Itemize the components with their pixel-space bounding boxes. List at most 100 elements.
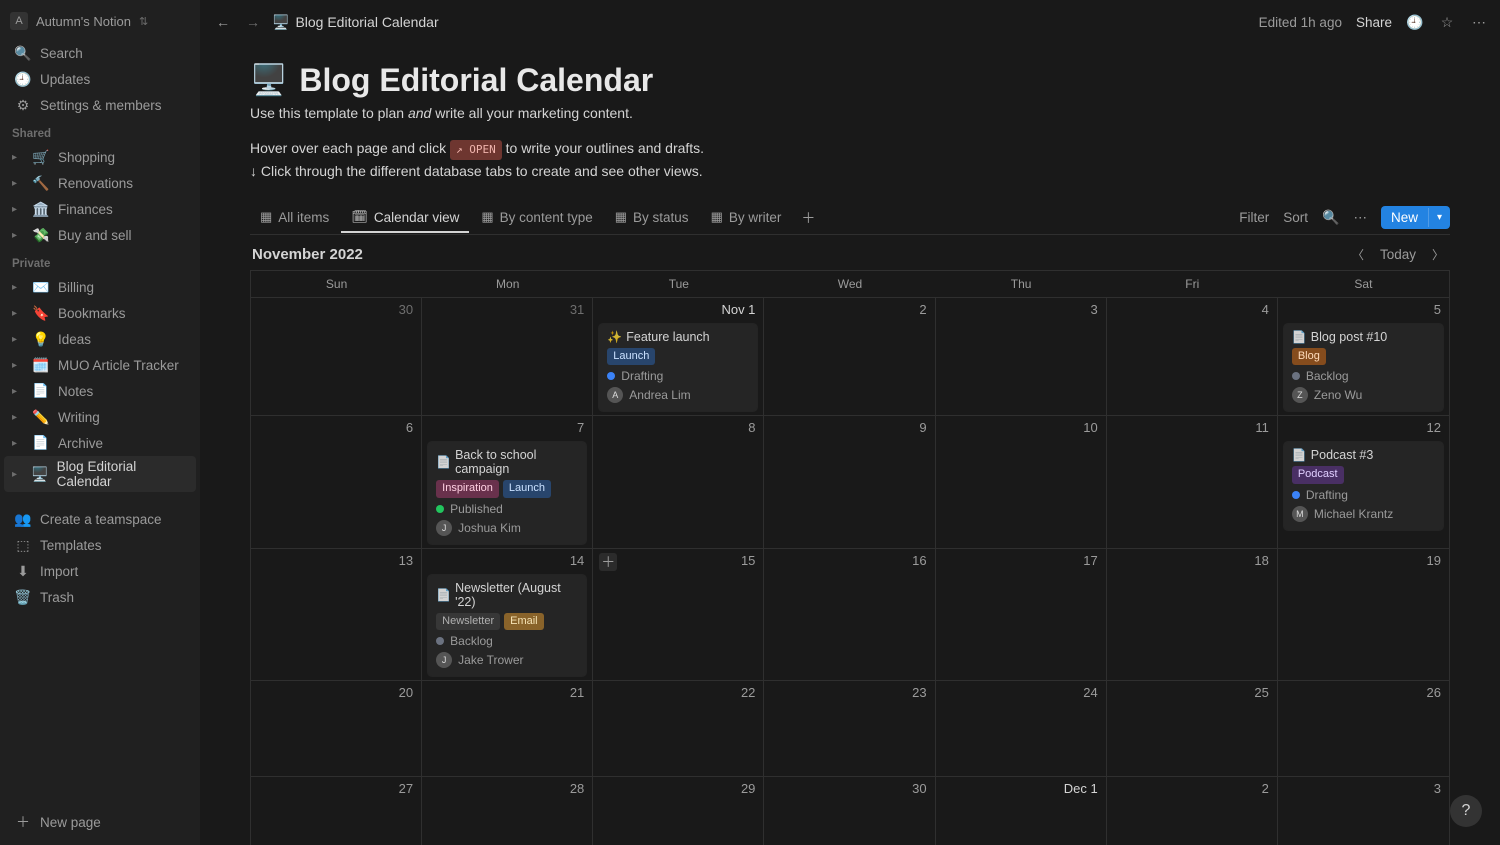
calendar-cell[interactable]: 6 — [251, 415, 422, 547]
sidebar-section-private[interactable]: Private — [0, 248, 200, 274]
star-icon[interactable]: ☆ — [1438, 13, 1456, 31]
search-button[interactable]: 🔍 — [1322, 209, 1339, 226]
calendar-cell[interactable]: 8 — [593, 415, 764, 547]
sidebar-item-buy-sell[interactable]: ▸ 💸 Buy and sell — [4, 222, 196, 248]
tab-by-content-type[interactable]: ▦ By content type — [471, 203, 602, 233]
page-emoji[interactable]: 🖥️ — [250, 63, 287, 98]
sidebar-item-notes[interactable]: ▸ 📄 Notes — [4, 378, 196, 404]
calendar-cell[interactable]: 15＋ — [593, 548, 764, 680]
cart-icon: 🛒 — [32, 149, 50, 166]
calendar-cell[interactable]: 2 — [764, 297, 935, 415]
calendar-event-card[interactable]: 📄Newsletter (August '22)NewsletterEmailB… — [428, 575, 586, 676]
calendar-event-card[interactable]: 📄Blog post #10BlogBacklogZZeno Wu — [1284, 324, 1443, 411]
calendar-cell[interactable]: 22 — [593, 680, 764, 776]
team-icon: 👥 — [14, 511, 32, 528]
tab-all-items[interactable]: ▦ All items — [250, 203, 339, 233]
page-description[interactable]: Use this template to plan and write all … — [250, 105, 1450, 121]
sidebar-import[interactable]: ⬇ Import — [4, 558, 196, 584]
event-status: Backlog — [450, 634, 493, 648]
doc-icon: 📄 — [436, 455, 451, 469]
event-tag: Email — [504, 613, 544, 630]
calendar-date: 9 — [919, 420, 926, 435]
nav-back-button[interactable]: ← — [212, 11, 234, 33]
calendar-event-card[interactable]: ✨Feature launchLaunchDraftingAAndrea Lim — [599, 324, 757, 411]
sidebar-item-blog-editorial-calendar[interactable]: ▸ 🖥️ Blog Editorial Calendar — [4, 456, 196, 492]
next-month-button[interactable]: 〉 — [1428, 246, 1448, 263]
calendar-cell[interactable]: 20 — [251, 680, 422, 776]
calendar-cell[interactable]: 30 — [764, 776, 935, 845]
calendar-cell[interactable]: 3 — [936, 297, 1107, 415]
calendar-cell[interactable]: 31 — [422, 297, 593, 415]
prev-month-button[interactable]: 〈 — [1348, 246, 1368, 263]
chevron-down-icon[interactable]: ▾ — [1428, 208, 1450, 227]
calendar-cell[interactable]: 25 — [1107, 680, 1278, 776]
calendar-cell[interactable]: 13 — [251, 548, 422, 680]
more-icon[interactable]: ⋯ — [1470, 13, 1488, 31]
sidebar-item-ideas[interactable]: ▸ 💡 Ideas — [4, 326, 196, 352]
sidebar-item-renovations[interactable]: ▸ 🔨 Renovations — [4, 170, 196, 196]
calendar-cell[interactable]: 5📄Blog post #10BlogBacklogZZeno Wu — [1278, 297, 1449, 415]
sidebar-updates[interactable]: 🕘 Updates — [4, 66, 196, 92]
today-button[interactable]: Today — [1374, 245, 1422, 264]
calendar-cell[interactable]: 24 — [936, 680, 1107, 776]
page-title[interactable]: Blog Editorial Calendar — [299, 62, 653, 99]
calendar-cell[interactable]: 26 — [1278, 680, 1449, 776]
tab-by-status[interactable]: ▦ By status — [605, 203, 699, 233]
calendar-cell[interactable]: 30 — [251, 297, 422, 415]
tab-calendar-view[interactable]: 🗓 Calendar view — [341, 203, 469, 233]
calendar-cell[interactable]: 27 — [251, 776, 422, 845]
sidebar-trash[interactable]: 🗑️ Trash — [4, 584, 196, 610]
calendar-cell[interactable]: 28 — [422, 776, 593, 845]
avatar: Z — [1292, 387, 1308, 403]
new-button[interactable]: New ▾ — [1381, 206, 1450, 229]
calendar-icon: 🗓️ — [32, 357, 50, 374]
workspace-switcher[interactable]: A Autumn's Notion ⇅ — [0, 8, 200, 40]
calendar-cell[interactable]: 7📄Back to school campaignInspirationLaun… — [422, 415, 593, 547]
calendar-cell[interactable]: 2 — [1107, 776, 1278, 845]
sidebar-search[interactable]: 🔍 Search — [4, 40, 196, 66]
sidebar-new-page[interactable]: ＋ New page — [4, 809, 196, 835]
nav-forward-button[interactable]: → — [242, 11, 264, 33]
sidebar-templates[interactable]: ⬚ Templates — [4, 532, 196, 558]
share-button[interactable]: Share — [1356, 15, 1392, 30]
calendar-cell[interactable]: 10 — [936, 415, 1107, 547]
sort-button[interactable]: Sort — [1283, 210, 1308, 225]
calendar-cell[interactable]: Nov 1✨Feature launchLaunchDraftingAAndre… — [593, 297, 764, 415]
sidebar-item-shopping[interactable]: ▸ 🛒 Shopping — [4, 144, 196, 170]
calendar-cell[interactable]: 17 — [936, 548, 1107, 680]
calendar-event-card[interactable]: 📄Podcast #3PodcastDraftingMMichael Krant… — [1284, 442, 1443, 529]
sidebar-item-bookmarks[interactable]: ▸ 🔖 Bookmarks — [4, 300, 196, 326]
view-options-button[interactable]: ⋯ — [1353, 210, 1367, 226]
calendar-cell[interactable]: Dec 1 — [936, 776, 1107, 845]
calendar-cell[interactable]: 23 — [764, 680, 935, 776]
sidebar-item-billing[interactable]: ▸ ✉️ Billing — [4, 274, 196, 300]
calendar-cell[interactable]: 4 — [1107, 297, 1278, 415]
add-event-button[interactable]: ＋ — [599, 553, 617, 571]
calendar-event-card[interactable]: 📄Back to school campaignInspirationLaunc… — [428, 442, 586, 543]
add-view-button[interactable]: ＋ — [793, 202, 823, 234]
calendar-cell[interactable]: 19 — [1278, 548, 1449, 680]
sidebar-settings[interactable]: ⚙ Settings & members — [4, 92, 196, 118]
sidebar-item-finances[interactable]: ▸ 🏛️ Finances — [4, 196, 196, 222]
calendar-cell[interactable]: 29 — [593, 776, 764, 845]
breadcrumb[interactable]: 🖥️ Blog Editorial Calendar — [272, 14, 439, 31]
calendar-cell[interactable]: 3 — [1278, 776, 1449, 845]
calendar-cell[interactable]: 18 — [1107, 548, 1278, 680]
help-fab[interactable]: ? — [1450, 795, 1482, 827]
calendar-cell[interactable]: 9 — [764, 415, 935, 547]
calendar-cell[interactable]: 14📄Newsletter (August '22)NewsletterEmai… — [422, 548, 593, 680]
sidebar-create-teamspace[interactable]: 👥 Create a teamspace — [4, 506, 196, 532]
sidebar-section-shared[interactable]: Shared — [0, 118, 200, 144]
calendar-cell[interactable]: 21 — [422, 680, 593, 776]
calendar-cell[interactable]: 12📄Podcast #3PodcastDraftingMMichael Kra… — [1278, 415, 1449, 547]
sidebar-item-archive[interactable]: ▸ 📄 Archive — [4, 430, 196, 456]
sidebar-item-writing[interactable]: ▸ ✏️ Writing — [4, 404, 196, 430]
sidebar-item-muo-tracker[interactable]: ▸ 🗓️ MUO Article Tracker — [4, 352, 196, 378]
calendar-cell[interactable]: 11 — [1107, 415, 1278, 547]
page-help-text[interactable]: Hover over each page and click ↗ OPEN to… — [250, 137, 1450, 182]
calendar-cell[interactable]: 16 — [764, 548, 935, 680]
tab-by-writer[interactable]: ▦ By writer — [701, 203, 792, 233]
calendar-date: 19 — [1427, 553, 1441, 568]
filter-button[interactable]: Filter — [1239, 210, 1269, 225]
clock-icon[interactable]: 🕘 — [1406, 13, 1424, 31]
